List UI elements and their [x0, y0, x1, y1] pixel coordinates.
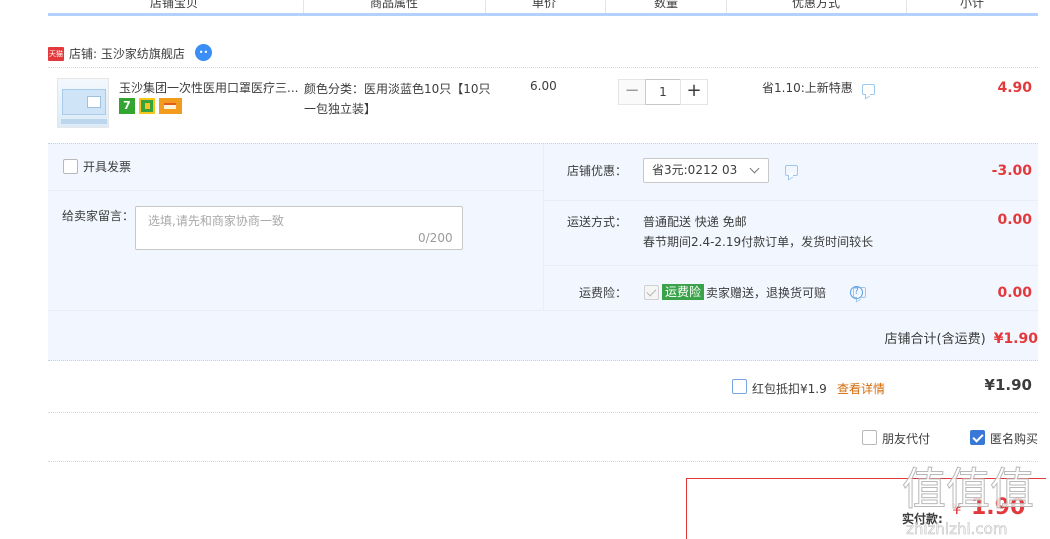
chevron-down-icon: [749, 163, 760, 174]
shop-discount-amount: -3.00: [991, 163, 1032, 179]
panel-divider: [48, 190, 543, 191]
shop-total-label: 店铺合计(含运费): [884, 332, 986, 347]
invoice-label: 开具发票: [83, 160, 132, 174]
insurance-label: 运费险：: [579, 286, 628, 300]
column-discount: 优惠方式: [792, 0, 841, 10]
shipping-label: 运送方式：: [567, 215, 628, 229]
column-attributes: 商品属性: [370, 0, 419, 10]
item-promotion: 省1.10:上新特惠: [762, 79, 875, 96]
payment-currency: ¥: [952, 500, 962, 518]
friend-pay-checkbox[interactable]: [862, 430, 877, 445]
divider: [48, 461, 1038, 462]
panel-divider: [543, 265, 1038, 266]
shop-discount-label: 店铺优惠：: [567, 164, 628, 178]
credit-card-icon[interactable]: [159, 98, 182, 114]
quantity-decrease-button[interactable]: −: [618, 79, 646, 105]
header-divider: [726, 0, 727, 13]
unit-price: 6.00: [530, 79, 557, 93]
header-divider: [303, 0, 304, 13]
header-divider: [906, 0, 907, 13]
invoice-checkbox[interactable]: [63, 159, 78, 174]
shipping-amount: 0.00: [997, 212, 1032, 228]
insurance-description: 卖家赠送，退换货可赔: [706, 286, 827, 300]
tmall-icon: 天猫: [48, 47, 64, 61]
panel-divider: [543, 200, 1038, 201]
panel-divider: [543, 144, 544, 310]
shop-name-link[interactable]: 店铺: 玉沙家纺旗舰店: [69, 45, 185, 62]
column-unit-price: 单价: [532, 0, 557, 10]
header-divider: [605, 0, 606, 13]
product-image-strip: [61, 119, 107, 124]
quantity-increase-button[interactable]: +: [680, 79, 708, 105]
seven-day-return-icon[interactable]: 7: [119, 98, 135, 114]
message-label: 给卖家留言：: [62, 209, 135, 223]
insurance-amount: 0.00: [997, 285, 1032, 301]
wangwang-chat-icon[interactable]: ••: [195, 44, 212, 61]
friend-pay-label: 朋友代付: [882, 432, 931, 446]
quantity-stepper: − 1 +: [618, 79, 708, 105]
guarantee-icon[interactable]: [139, 98, 155, 114]
payment-amount: 1.90: [971, 495, 1026, 520]
red-packet-checkbox[interactable]: [732, 379, 747, 394]
message-char-count: 0/200: [418, 231, 453, 245]
shipping-note: 春节期间2.4-2.19付款订单，发货时间较长: [643, 235, 874, 249]
order-total: ¥1.90: [984, 376, 1032, 394]
column-subtotal: 小计: [960, 0, 985, 10]
item-subtotal: 4.90: [997, 80, 1032, 96]
promotion-text: 省1.10:上新特惠: [762, 81, 853, 95]
column-shop-item: 店铺宝贝: [150, 0, 199, 10]
view-details-link[interactable]: 查看详情: [837, 380, 885, 397]
panel-divider: [48, 310, 1038, 311]
comment-icon[interactable]: [861, 84, 875, 95]
quantity-input[interactable]: 1: [645, 79, 681, 105]
column-quantity: 数量: [654, 0, 679, 10]
help-icon[interactable]: ?: [850, 286, 863, 299]
anonymous-checkbox[interactable]: [970, 430, 985, 445]
divider: [48, 412, 1038, 413]
anonymous-label: 匿名购买: [990, 432, 1039, 446]
shipping-method: 普通配送 快递 免邮: [643, 215, 747, 229]
payment-label: 实付款:: [902, 512, 943, 526]
shop-discount-select[interactable]: 省3元:0212 03: [643, 158, 769, 183]
red-packet-label: 红包抵扣¥1.9: [752, 382, 827, 396]
shop-discount-value: 省3元:0212 03: [652, 163, 738, 177]
product-thumbnail[interactable]: [57, 78, 109, 128]
shop-total: 店铺合计(含运费) ¥1.90: [885, 328, 1038, 347]
comment-icon[interactable]: [785, 165, 798, 176]
shop-total-value: ¥1.90: [993, 331, 1038, 347]
order-table-header: 店铺宝贝 商品属性 单价 数量 优惠方式 小计: [48, 0, 1038, 16]
product-image-box: [62, 89, 106, 115]
insurance-checkbox: [644, 285, 659, 300]
product-attributes: 颜色分类：医用淡蓝色10只【10只一包独立装】: [304, 82, 491, 116]
header-divider: [485, 0, 486, 13]
product-title-link[interactable]: 玉沙集团一次性医用口罩医疗三...: [119, 79, 299, 96]
message-placeholder: 选填,请先和商家协商一致: [148, 214, 284, 228]
insurance-badge: 运费险: [662, 284, 705, 300]
